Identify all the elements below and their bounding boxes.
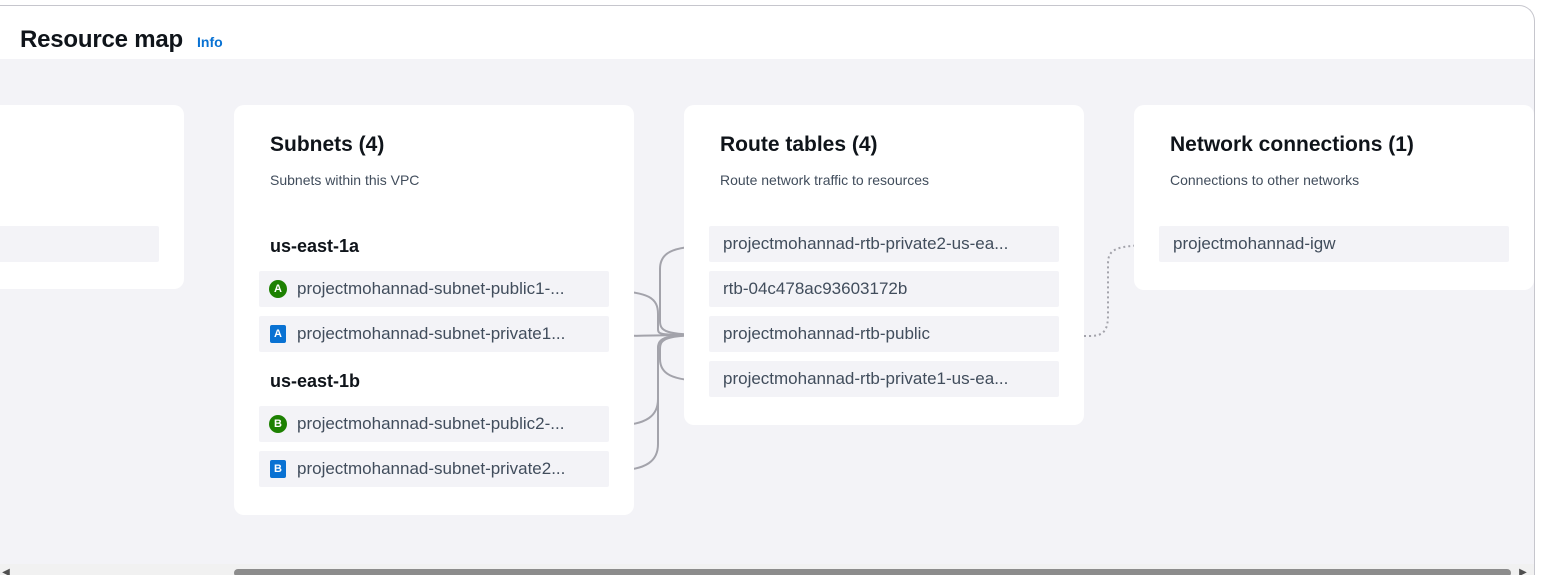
public-subnet-icon: A	[259, 280, 297, 298]
subnet-label: projectmohannad-subnet-private1...	[297, 324, 566, 343]
info-link[interactable]: Info	[197, 34, 223, 50]
scroll-thumb[interactable]	[234, 569, 1511, 575]
route-table-item[interactable]: rtb-04c478ac93603172b	[709, 271, 1059, 307]
vpc-card	[0, 105, 184, 289]
network-connection-label: projectmohannad-igw	[1173, 234, 1336, 253]
network-connections-description: Connections to other networks	[1170, 172, 1360, 188]
route-table-item[interactable]: projectmohannad-rtb-public	[709, 316, 1059, 352]
route-tables-card: Route tables (4) Route network traffic t…	[684, 105, 1084, 425]
scroll-left-icon[interactable]: ◀	[1, 567, 11, 575]
subnet-label: projectmohannad-subnet-public2-...	[297, 414, 565, 433]
route-tables-description: Route network traffic to resources	[720, 172, 930, 188]
az-heading-us-east-1b: us-east-1b	[270, 371, 361, 391]
private-subnet-icon: A	[259, 325, 297, 343]
subnet-item[interactable]: A projectmohannad-subnet-private1...	[259, 316, 609, 352]
resource-map-panel: Resource map Info Subnets (4) Subnets wi…	[0, 5, 1535, 575]
az-heading-us-east-1a: us-east-1a	[270, 236, 360, 256]
subnet-item[interactable]: A projectmohannad-subnet-public1-...	[259, 271, 609, 307]
scroll-right-icon[interactable]: ▶	[1518, 567, 1528, 575]
panel-header: Resource map Info	[20, 26, 223, 54]
route-table-label: rtb-04c478ac93603172b	[723, 279, 908, 298]
vpc-item[interactable]	[0, 226, 159, 262]
network-connection-item[interactable]: projectmohannad-igw	[1159, 226, 1509, 262]
public-subnet-icon: B	[259, 415, 297, 433]
subnets-card: Subnets (4) Subnets within this VPC us-e…	[234, 105, 634, 515]
subnets-description: Subnets within this VPC	[270, 172, 420, 188]
resource-map-canvas[interactable]: Subnets (4) Subnets within this VPC us-e…	[0, 59, 1534, 564]
subnet-label: projectmohannad-subnet-private2...	[297, 459, 566, 478]
network-connections-title: Network connections (1)	[1170, 133, 1414, 156]
subnets-title: Subnets (4)	[270, 133, 385, 156]
subnet-item[interactable]: B projectmohannad-subnet-public2-...	[259, 406, 609, 442]
subnet-item[interactable]: B projectmohannad-subnet-private2...	[259, 451, 609, 487]
route-table-item[interactable]: projectmohannad-rtb-private2-us-ea...	[709, 226, 1059, 262]
network-connections-card: Network connections (1) Connections to o…	[1134, 105, 1534, 290]
horizontal-scrollbar[interactable]: ◀ ▶	[0, 564, 1534, 575]
route-table-label: projectmohannad-rtb-private1-us-ea...	[723, 369, 1009, 388]
route-table-item[interactable]: projectmohannad-rtb-private1-us-ea...	[709, 361, 1059, 397]
route-tables-title: Route tables (4)	[720, 133, 878, 156]
route-table-label: projectmohannad-rtb-public	[723, 324, 930, 343]
route-table-label: projectmohannad-rtb-private2-us-ea...	[723, 234, 1009, 253]
private-subnet-icon: B	[259, 460, 297, 478]
subnet-label: projectmohannad-subnet-public1-...	[297, 279, 565, 298]
panel-title: Resource map	[20, 26, 183, 53]
